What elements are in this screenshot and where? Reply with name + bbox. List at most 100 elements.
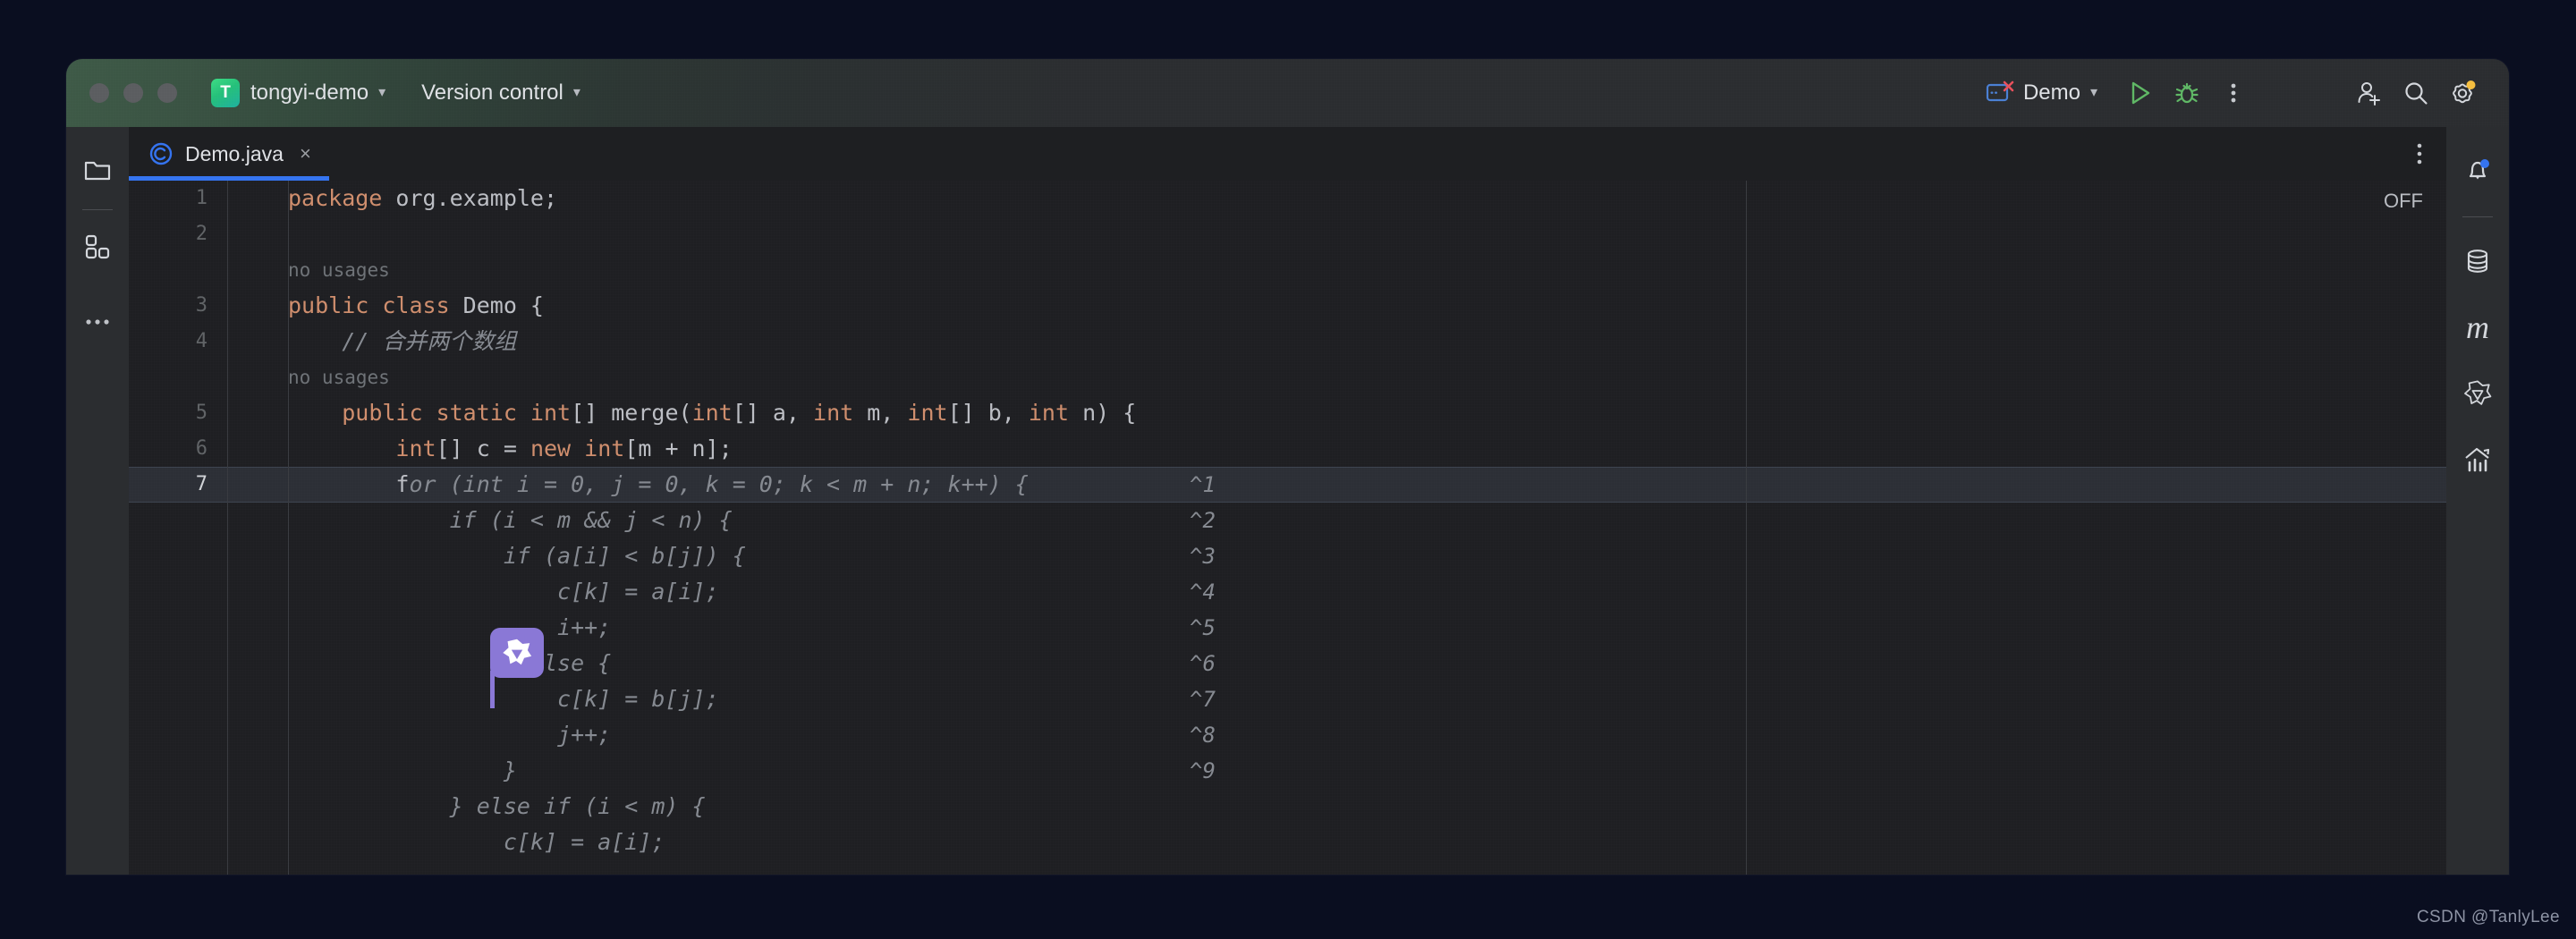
code-text: package org.example;	[288, 181, 2446, 216]
code-line[interactable]: j++; ^8	[129, 717, 2446, 753]
screenshot-root: T tongyi-demo ▾ Version control ▾ Demo ▾…	[0, 0, 2576, 939]
code-line[interactable]: if (i < m && j < n) {^2	[129, 503, 2446, 538]
gutter-divider	[227, 181, 228, 875]
code-token: c[k] = a[i];	[288, 579, 719, 605]
code-token: int	[907, 400, 948, 426]
more-vertical-icon	[2417, 143, 2422, 165]
code-line[interactable]: 3 public class Demo {	[129, 288, 2446, 324]
code-line[interactable]: 4 // 合并两个数组	[129, 324, 2446, 360]
more-horizontal-icon	[86, 319, 109, 325]
code-token: int	[813, 400, 854, 426]
code-line[interactable]: 5 public static int[] merge(int[] a, int…	[129, 395, 2446, 431]
maven-m-icon: m	[2466, 309, 2489, 345]
debug-button[interactable]	[2164, 70, 2210, 116]
code-line[interactable]: } else {^6	[129, 646, 2446, 681]
more-vertical-icon	[2231, 83, 2236, 103]
editor-tab-bar: Demo.java ×	[129, 127, 2446, 181]
run-config-icon	[1986, 80, 2014, 106]
code-token: f	[288, 471, 410, 497]
version-control-widget[interactable]: Version control ▾	[414, 76, 588, 110]
sidebar-item-maven[interactable]: m	[2453, 303, 2502, 351]
code-text: c[k] = a[i];	[288, 825, 2446, 860]
code-line[interactable]: } ^9	[129, 753, 2446, 789]
stripe-divider	[82, 209, 113, 210]
code-token: } else if (i < m) {	[288, 793, 706, 819]
line-number: 2	[195, 223, 208, 245]
run-button[interactable]	[2117, 70, 2164, 116]
debug-icon	[2175, 82, 2199, 104]
tab-demo-java[interactable]: Demo.java ×	[129, 127, 329, 181]
bell-icon	[2469, 159, 2489, 180]
code-editor[interactable]: OFF 1 package org.example; 2 no usages 3 publ…	[129, 181, 2446, 875]
code-line-current[interactable]: 7 for (int i = 0, j = 0, k = 0; k < m + …	[129, 467, 2446, 503]
code-text: if (a[i] < b[j]) { ^3	[288, 538, 2446, 574]
suggestion-shortcut-hint: ^5	[1190, 615, 1216, 640]
sidebar-item-notifications[interactable]	[2453, 147, 2502, 195]
code-line[interactable]: 6 int[] c = new int[m + n];	[129, 431, 2446, 467]
code-text: } else if (i < m) {	[288, 789, 2446, 825]
marker-divider	[288, 181, 289, 875]
code-text: i++; ^5	[288, 610, 2446, 646]
code-token: c[k] = b[j];	[288, 686, 719, 712]
sidebar-item-project[interactable]	[73, 147, 122, 195]
project-avatar-icon: T	[211, 79, 240, 107]
suggestion-shortcut-hint: ^3	[1190, 544, 1216, 569]
watermark-label: CSDN @TanlyLee	[2416, 908, 2560, 926]
code-token: if (a[i] < b[j]) {	[288, 543, 746, 569]
code-token: i++;	[288, 614, 612, 640]
title-bar: T tongyi-demo ▾ Version control ▾ Demo ▾	[66, 59, 2509, 127]
add-user-button[interactable]	[2346, 70, 2393, 116]
code-text: c[k] = b[j]; ^7	[288, 681, 2446, 717]
code-token: n) {	[1069, 400, 1137, 426]
lingma-inline-badge[interactable]	[490, 628, 544, 678]
suggestion-shortcut-hint: ^9	[1190, 758, 1216, 783]
stripe-divider	[2462, 216, 2493, 217]
run-configuration-selector[interactable]: Demo ▾	[1979, 75, 2105, 111]
minimize-window-button[interactable]	[123, 83, 143, 103]
close-window-button[interactable]	[89, 83, 109, 103]
sidebar-item-structure[interactable]	[73, 223, 122, 271]
editor-tab-options-button[interactable]	[2393, 127, 2446, 181]
code-line[interactable]: } else if (i < m) {	[129, 789, 2446, 825]
sidebar-item-database[interactable]	[2453, 237, 2502, 285]
code-token: package	[288, 185, 396, 211]
editor-column: Demo.java × OFF 1 package org.example; 2…	[129, 127, 2446, 875]
code-token: int	[1028, 400, 1070, 426]
line-number: 6	[195, 437, 208, 460]
code-line[interactable]: 2	[129, 216, 2446, 252]
project-selector[interactable]: T tongyi-demo ▾	[204, 74, 393, 112]
code-token: m,	[853, 400, 908, 426]
settings-button[interactable]	[2439, 70, 2486, 116]
search-everywhere-button[interactable]	[2393, 70, 2439, 116]
code-line[interactable]: c[k] = b[j]; ^7	[129, 681, 2446, 717]
sidebar-item-tongyi-lingma[interactable]	[2453, 369, 2502, 418]
more-actions-button[interactable]	[2210, 70, 2257, 116]
code-token: Demo {	[462, 292, 544, 318]
code-token: [] c =	[436, 436, 530, 461]
left-tool-stripe	[66, 127, 129, 875]
notification-badge	[2480, 159, 2489, 168]
sidebar-item-profiler[interactable]	[2453, 436, 2502, 484]
code-text: } else {^6	[288, 646, 2446, 681]
inspections-widget-label[interactable]: OFF	[2384, 190, 2423, 213]
code-line[interactable]: i++; ^5	[129, 610, 2446, 646]
line-number: 5	[195, 402, 208, 424]
code-line[interactable]: c[k] = a[i]; ^4	[129, 574, 2446, 610]
maximize-window-button[interactable]	[157, 83, 177, 103]
code-token: c[k] = a[i];	[288, 829, 665, 855]
close-icon[interactable]: ×	[300, 144, 311, 164]
code-line[interactable]: c[k] = a[i];	[129, 825, 2446, 860]
right-tool-stripe: m	[2446, 127, 2509, 875]
code-token: org.example;	[395, 185, 558, 211]
suggestion-shortcut-hint: ^7	[1190, 687, 1216, 712]
code-lines: 1 package org.example; 2 no usages 3 public c…	[129, 181, 2446, 875]
code-line[interactable]: 1 package org.example;	[129, 181, 2446, 216]
code-text: j++; ^8	[288, 717, 2446, 753]
code-token: public static int	[342, 400, 572, 426]
code-token: or (int i = 0, j = 0, k = 0; k < m + n; …	[409, 471, 1029, 497]
sidebar-item-more[interactable]	[73, 298, 122, 346]
code-token: if (i < m && j < n) {	[288, 507, 733, 533]
code-line[interactable]: if (a[i] < b[j]) { ^3	[129, 538, 2446, 574]
chevron-down-icon: ▾	[572, 85, 580, 100]
